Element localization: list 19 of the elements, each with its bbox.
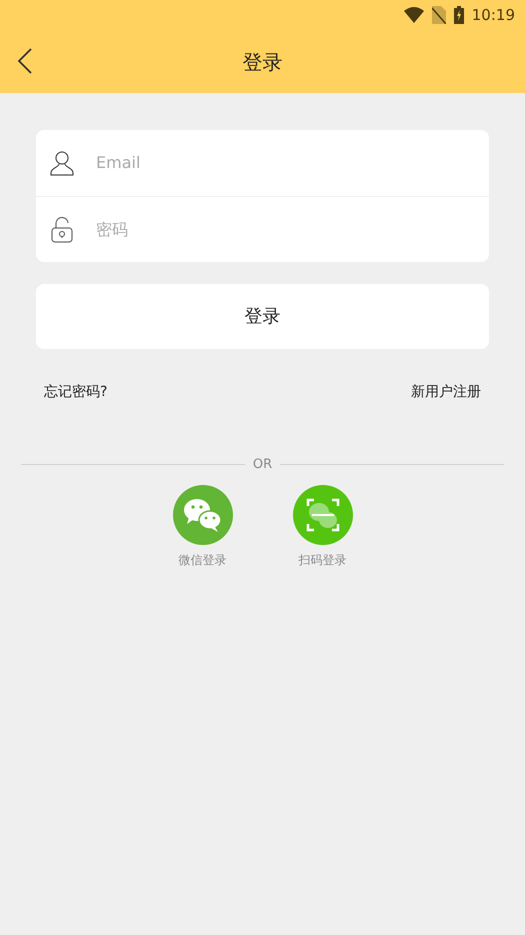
header-title: 登录 (242, 48, 282, 76)
login-button[interactable]: 登录 (36, 284, 489, 349)
social-login-label: 扫码登录 (298, 552, 346, 568)
back-button[interactable] (18, 48, 32, 74)
back-icon (18, 48, 32, 74)
or-label: OR (252, 456, 272, 474)
user-icon (50, 150, 74, 176)
forgot-password-link[interactable]: 忘记密码? (44, 382, 108, 403)
input-field[interactable]: Email (96, 151, 475, 175)
input-field[interactable]: 密码 (96, 218, 475, 242)
battery-icon (454, 6, 464, 24)
social-login-label: 微信登录 (178, 552, 226, 568)
no-sim-icon (432, 6, 446, 24)
chat-bubbles-icon[interactable] (172, 484, 232, 544)
scan-icon[interactable] (292, 484, 352, 544)
register-link[interactable]: 新用户注册 (411, 382, 481, 403)
wifi-icon (404, 7, 424, 23)
lock-icon (51, 216, 73, 242)
status-time: 10:19 (472, 4, 515, 26)
